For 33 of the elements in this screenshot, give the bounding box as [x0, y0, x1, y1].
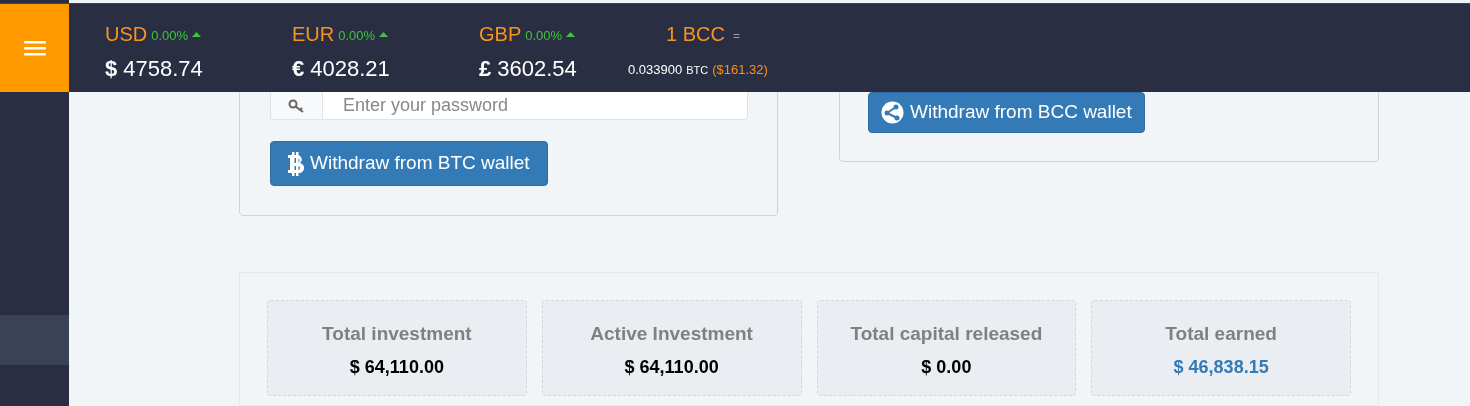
currency-label: USD — [105, 22, 148, 47]
password-field[interactable]: Enter your password — [323, 92, 748, 120]
stat-label: Total investment — [322, 322, 472, 346]
rate-value: 4028.21 — [310, 55, 390, 83]
stat-value: $ 0.00 — [921, 355, 972, 379]
change-percent: 0.00% — [525, 27, 563, 46]
fiat-amount: ($161.32) — [712, 61, 768, 79]
key-icon — [287, 98, 306, 113]
currency-label: GBP — [479, 22, 522, 47]
stat-value: $ 64,110.00 — [624, 355, 719, 379]
stat-label: Active Investment — [590, 322, 753, 346]
withdraw-btc-button[interactable]: Withdraw from BTC wallet — [270, 141, 548, 186]
rate-value: 3602.54 — [497, 55, 577, 83]
menu-icon — [23, 40, 46, 56]
currency-symbol: £ — [479, 55, 492, 83]
btc-amount: 0.033900 — [628, 61, 683, 79]
equals-sign: = — [732, 28, 740, 45]
unit-label: BTC — [686, 63, 709, 78]
withdraw-bcc-button[interactable]: Withdraw from BCC wallet — [868, 92, 1145, 133]
stat-label: Total capital released — [850, 322, 1043, 346]
stat-label: Total earned — [1165, 322, 1277, 346]
stat-value: $ 64,110.00 — [349, 355, 444, 379]
currency-label: 1 BCC — [666, 22, 725, 47]
share-circle-icon — [881, 101, 904, 124]
stat-value: $ 46,838.15 — [1173, 355, 1269, 379]
bitcoin-icon — [288, 151, 304, 176]
currency-symbol: € — [292, 55, 305, 83]
rate-value: 4758.74 — [123, 55, 203, 83]
currency-symbol: $ — [105, 55, 118, 83]
menu-button[interactable] — [0, 4, 69, 92]
change-percent: 0.00% — [151, 27, 189, 46]
currency-label: EUR — [292, 22, 335, 47]
change-percent: 0.00% — [338, 27, 376, 46]
